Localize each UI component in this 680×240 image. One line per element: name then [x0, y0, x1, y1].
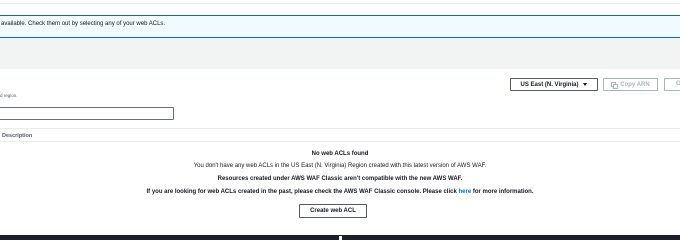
create-web-acl-label: Create web ACL — [310, 208, 356, 214]
classic-note-prefix: If you are looking for web ACLs created … — [146, 189, 459, 195]
classic-console-note: If you are looking for web ACLs created … — [0, 189, 680, 195]
here-link[interactable]: here — [458, 189, 471, 195]
region-hint: d region. — [0, 93, 18, 98]
column-header-description: Description — [2, 132, 33, 139]
top-strip — [0, 0, 680, 4]
copy-arn-button[interactable]: Copy ARN — [603, 78, 658, 91]
create-web-acl-button[interactable]: Create web ACL — [299, 204, 367, 218]
go-button[interactable]: Go — [664, 78, 680, 91]
bottom-marker — [339, 236, 342, 240]
banner-text: available. Check them out by selecting a… — [1, 21, 166, 27]
search-input[interactable] — [0, 107, 174, 120]
region-label: US East (N. Virginia) — [520, 81, 579, 88]
copy-icon — [611, 82, 618, 89]
empty-state-message: You don't have any web ACLs in the US Ea… — [193, 163, 487, 169]
classic-note-suffix: for more information. — [471, 189, 534, 195]
empty-state-title: No web ACLs found — [311, 151, 369, 157]
region-selector-button[interactable]: US East (N. Virginia) — [510, 78, 598, 91]
table-header: Description — [0, 128, 680, 142]
page-header-bar — [0, 38, 680, 70]
caret-down-icon — [583, 83, 588, 86]
classic-compat-note: Resources created under AWS WAF Classic … — [217, 176, 463, 182]
copy-arn-label: Copy ARN — [620, 81, 650, 88]
go-label: Go — [676, 81, 680, 87]
info-banner: available. Check them out by selecting a… — [0, 15, 680, 38]
